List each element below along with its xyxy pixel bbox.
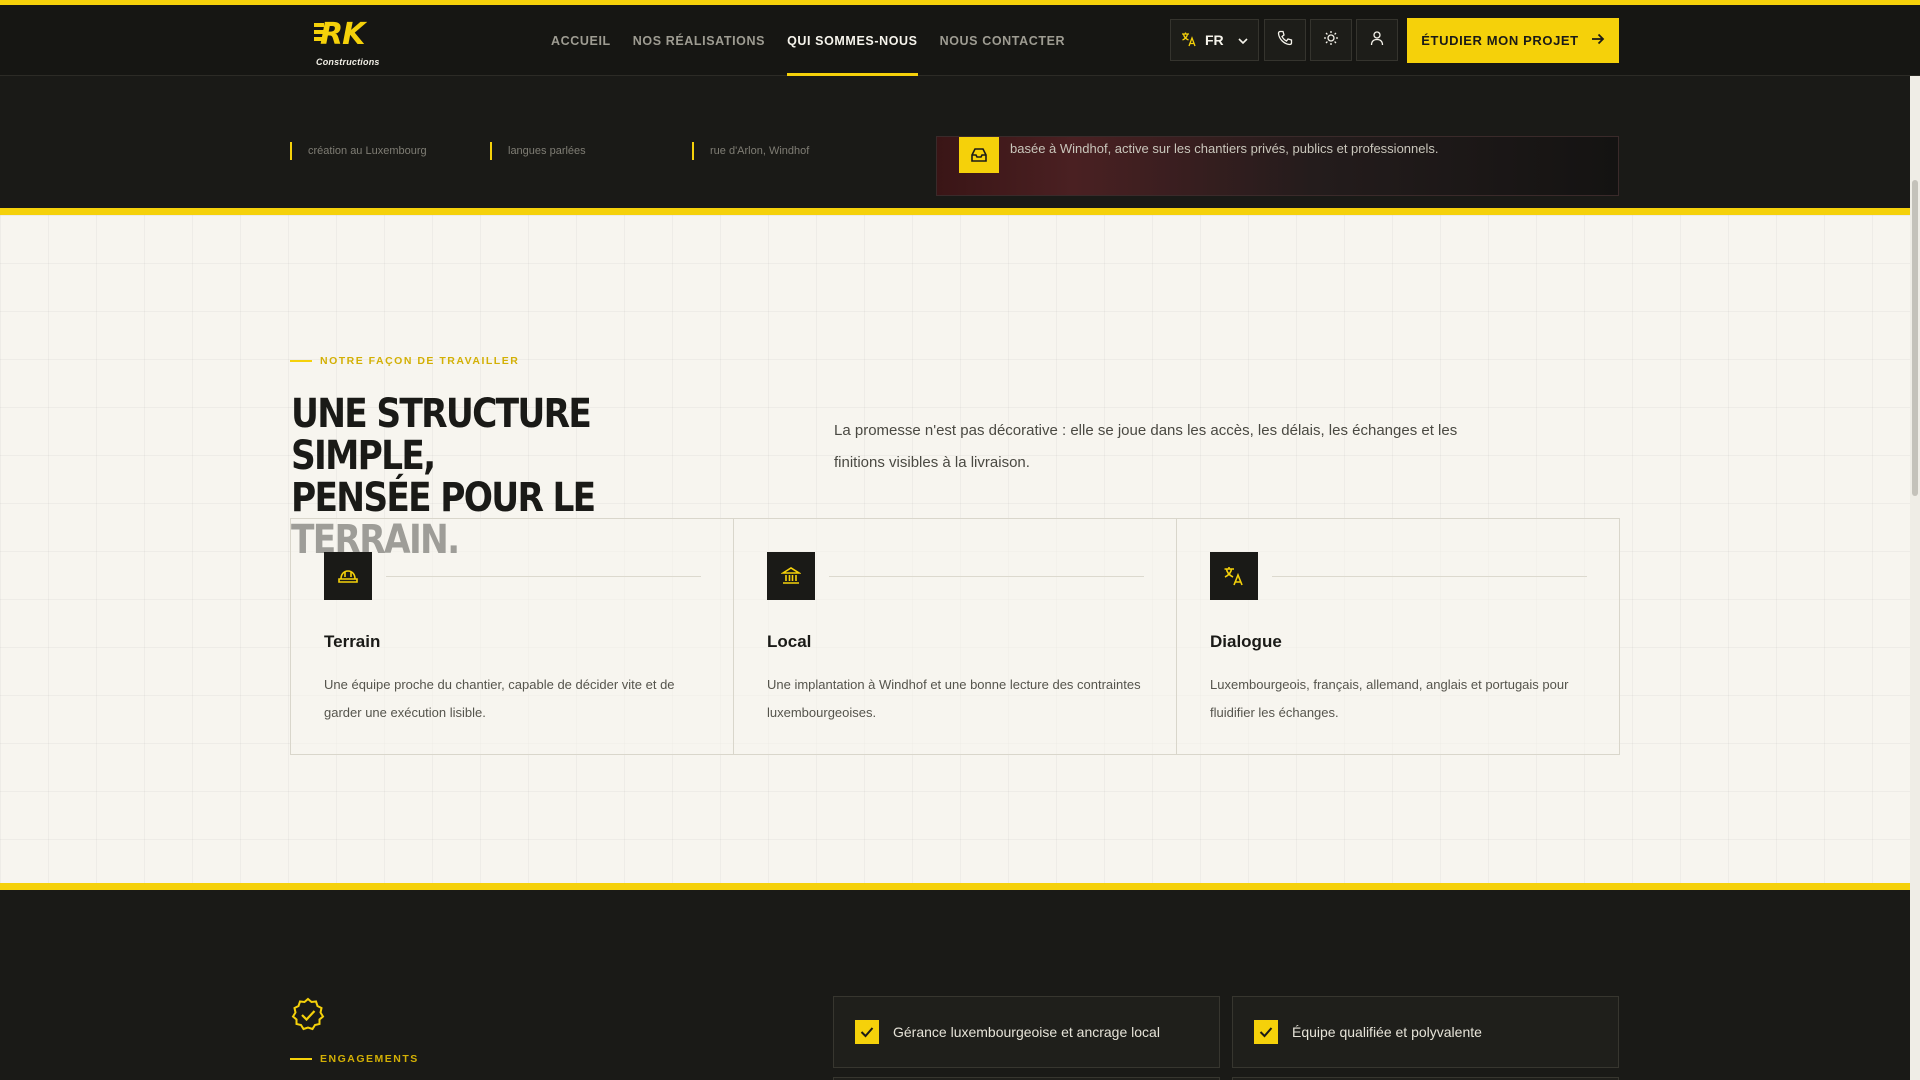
nav-contact[interactable]: Nous contacter [929,5,1077,76]
engagements-section: Engagements Gérance luxembourgeoise et a… [0,892,1910,1080]
card-text: Luxembourgeois, français, allemand, angl… [1210,677,1569,720]
scrollbar-thumb[interactable] [1912,180,1918,496]
card-text: Une implantation à Windhof et une bonne … [767,677,1141,720]
chevron-down-icon [1238,32,1248,48]
user-icon [1369,30,1385,51]
hard-hat-icon [324,552,372,600]
engagement-item: Gérance luxembourgeoise et ancrage local [833,996,1220,1068]
checkbox-checked-icon [1254,1020,1278,1044]
cta-label: Étudier mon projet [1421,33,1579,48]
arrow-right-icon [1591,33,1605,48]
hero-stat-1: création au Luxembourg [290,142,460,160]
study-project-button[interactable]: Étudier mon projet [1407,18,1619,63]
phone-button[interactable] [1264,19,1306,61]
logo-subtitle: Constructions [316,57,380,67]
approach-section: Notre façon de travailler Une structure … [0,215,1910,883]
approach-intro: La promesse n'est pas décorative : elle … [834,422,1458,471]
institution-icon [767,552,815,600]
card-title: Terrain [324,632,381,651]
section-divider-top [0,208,1910,215]
approach-eyebrow: Notre façon de travailler [290,355,519,367]
top-accent-line [0,0,1920,5]
translate-icon [1210,552,1258,600]
section-divider-bottom [0,883,1910,890]
checkbox-checked-icon [855,1020,879,1044]
approach-cards: Terrain Une équipe proche du chantier, c… [290,518,1620,755]
hero-section: création au Luxembourg langues parlées r… [0,76,1920,208]
engagements-eyebrow-text: Engagements [320,1053,419,1065]
card-local: Local Une implantation à Windhof et une … [734,519,1177,754]
approach-eyebrow-text: Notre façon de travailler [320,355,520,367]
card-terrain: Terrain Une équipe proche du chantier, c… [291,519,734,754]
engagements-eyebrow: Engagements [290,1053,419,1065]
engagement-text: Équipe qualifiée et polyvalente [1292,1024,1482,1040]
logo-text: RK [320,17,365,52]
engagement-item: Équipe qualifiée et polyvalente [1232,996,1619,1068]
language-code: FR [1205,32,1224,48]
hero-stat-3: rue d'Arlon, Windhof [692,142,832,160]
nav-realisations[interactable]: Nos réalisations [622,5,776,76]
badge-check-icon [290,997,326,1033]
hero-stat-2: langues parlées [490,142,620,160]
headline-line-1: Une structure simple, [291,391,592,479]
card-dialogue: Dialogue Luxembourgeois, français, allem… [1177,519,1619,754]
sun-icon [1323,30,1339,51]
inbox-icon [959,137,999,173]
card-title: Dialogue [1210,632,1282,651]
site-logo[interactable]: RK Constructions [314,17,384,67]
phone-icon [1277,30,1293,51]
logo-mark: RK [314,17,384,53]
account-button[interactable] [1356,19,1398,61]
card-title: Local [767,632,812,651]
nav-qui-sommes-nous[interactable]: Qui sommes-nous [776,5,929,76]
hero-card-text: basée à Windhof, active sur les chantier… [1010,141,1439,156]
page-scrollbar[interactable] [1910,0,1920,1080]
language-selector[interactable]: FR [1170,19,1259,61]
theme-toggle-button[interactable] [1310,19,1352,61]
translate-icon [1181,31,1197,50]
main-nav: Accueil Nos réalisations Qui sommes-nous… [540,5,1076,76]
engagement-text: Gérance luxembourgeoise et ancrage local [893,1024,1160,1040]
site-header: RK Constructions Accueil Nos réalisation… [0,5,1920,76]
nav-accueil[interactable]: Accueil [540,5,622,76]
card-text: Une équipe proche du chantier, capable d… [324,677,675,720]
hero-image-card: basée à Windhof, active sur les chantier… [936,136,1619,196]
